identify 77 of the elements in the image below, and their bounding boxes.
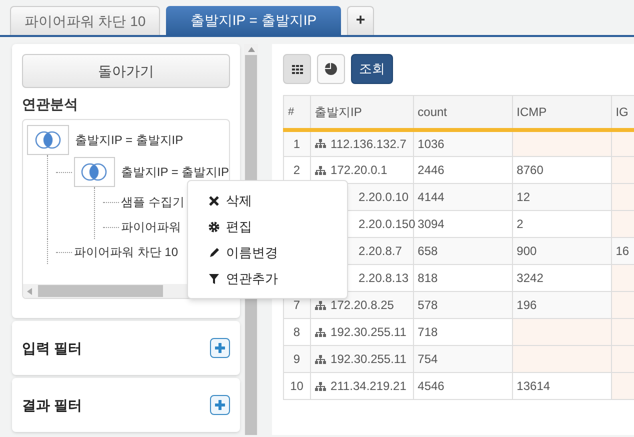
table-cell-text: 172.20.8.25 [330,297,394,314]
add-button[interactable] [210,338,230,358]
scrollbar-thumb[interactable] [38,285,163,297]
table-cell: 578 [418,298,438,312]
table-cell: 13614 [516,379,550,393]
query-button[interactable]: 조회 [351,54,393,84]
section-title: 연관분석 [22,95,79,114]
column-header[interactable]: count [413,96,512,130]
table-cell: 2446 [418,163,444,177]
table-cell: 8760 [516,163,544,177]
table-cell: 4546 [418,379,444,393]
table-cell-text: 112.136.132.7 [330,136,406,153]
table-cell: 7 [293,298,300,312]
pie-chart-icon [325,63,337,75]
table-cell: 718 [418,325,438,339]
plus-icon [215,400,225,410]
scroll-left-icon[interactable] [27,288,32,294]
tree-item[interactable]: 출발지IP = 출발지IP [120,163,229,181]
table-cell-text: 192.30.255.11 [330,324,406,341]
menu-item[interactable]: 편집 [226,216,252,236]
column-header[interactable]: # [284,96,310,130]
table-cell: 818 [418,271,438,285]
tab[interactable]: 출발지IP = 출발지IP [166,6,341,35]
grid-view-button[interactable] [283,54,311,84]
network-icon [314,328,326,336]
settings-icon [208,220,220,232]
add-button[interactable] [210,395,230,415]
table-cell: 8 [293,325,300,339]
table-cell: 196 [516,298,537,312]
table-cell-text: 192.30.255.11 [330,351,406,368]
table-cell: 3242 [516,271,544,285]
table-cell-text: 172.20.0.1 [330,162,388,179]
tree-item[interactable]: 샘플 수집기 [121,192,184,210]
plus-icon [215,343,225,353]
column-header[interactable]: ICMP [512,96,612,130]
tree-item[interactable]: 출발지IP = 출발지IP [75,131,184,149]
network-icon [314,300,326,310]
tree-item[interactable]: 파이어파워 차단 10 [74,242,178,260]
scroll-up-icon[interactable] [248,47,254,52]
venn-icon [27,125,69,155]
chart-view-button[interactable] [317,54,345,84]
table-cell: 16 [616,244,630,258]
table-cell: 9 [293,352,300,366]
tab[interactable]: 파이어파워 차단 10 [10,6,160,35]
table-cell-text: 2.20.8.13 [358,270,409,287]
network-icon [314,382,326,390]
table-cell: 2 [293,163,300,177]
grid-icon [292,64,302,74]
menu-item[interactable]: 삭제 [226,190,252,210]
table-cell: 900 [516,244,537,258]
table-cell: 12 [516,190,530,204]
add-tab-button[interactable]: + [347,6,374,35]
column-header[interactable]: 출발지IP [310,96,414,130]
table-cell-text: 2.20.0.10 [358,189,409,206]
table-cell: 4144 [418,190,444,204]
network-icon [314,354,326,364]
table-cell-text: 2.20.0.150 [358,216,416,233]
back-button[interactable]: 돌아가기 [22,54,230,88]
venn-icon [74,157,115,187]
table-cell: 1 [293,136,300,151]
close-icon [208,194,220,206]
menu-item[interactable]: 연관추가 [226,268,278,288]
network-icon [314,166,326,174]
tree-item[interactable]: 파이어파워 [121,218,181,236]
network-icon [314,139,326,148]
table-cell-text: 211.34.219.21 [330,378,406,395]
table-cell-text: 2.20.8.7 [358,243,402,260]
table-cell: 10 [290,379,304,393]
table-cell: 1036 [418,136,444,151]
table-cell: 754 [418,352,438,366]
table-cell: 2 [516,217,524,231]
section-title: 입력 필터 [22,338,82,358]
menu-item[interactable]: 이름변경 [226,242,278,262]
table-cell: 3094 [418,217,444,231]
table-cell: 658 [418,244,438,258]
pencil-icon [208,246,220,258]
section-title: 결과 필터 [22,396,82,414]
